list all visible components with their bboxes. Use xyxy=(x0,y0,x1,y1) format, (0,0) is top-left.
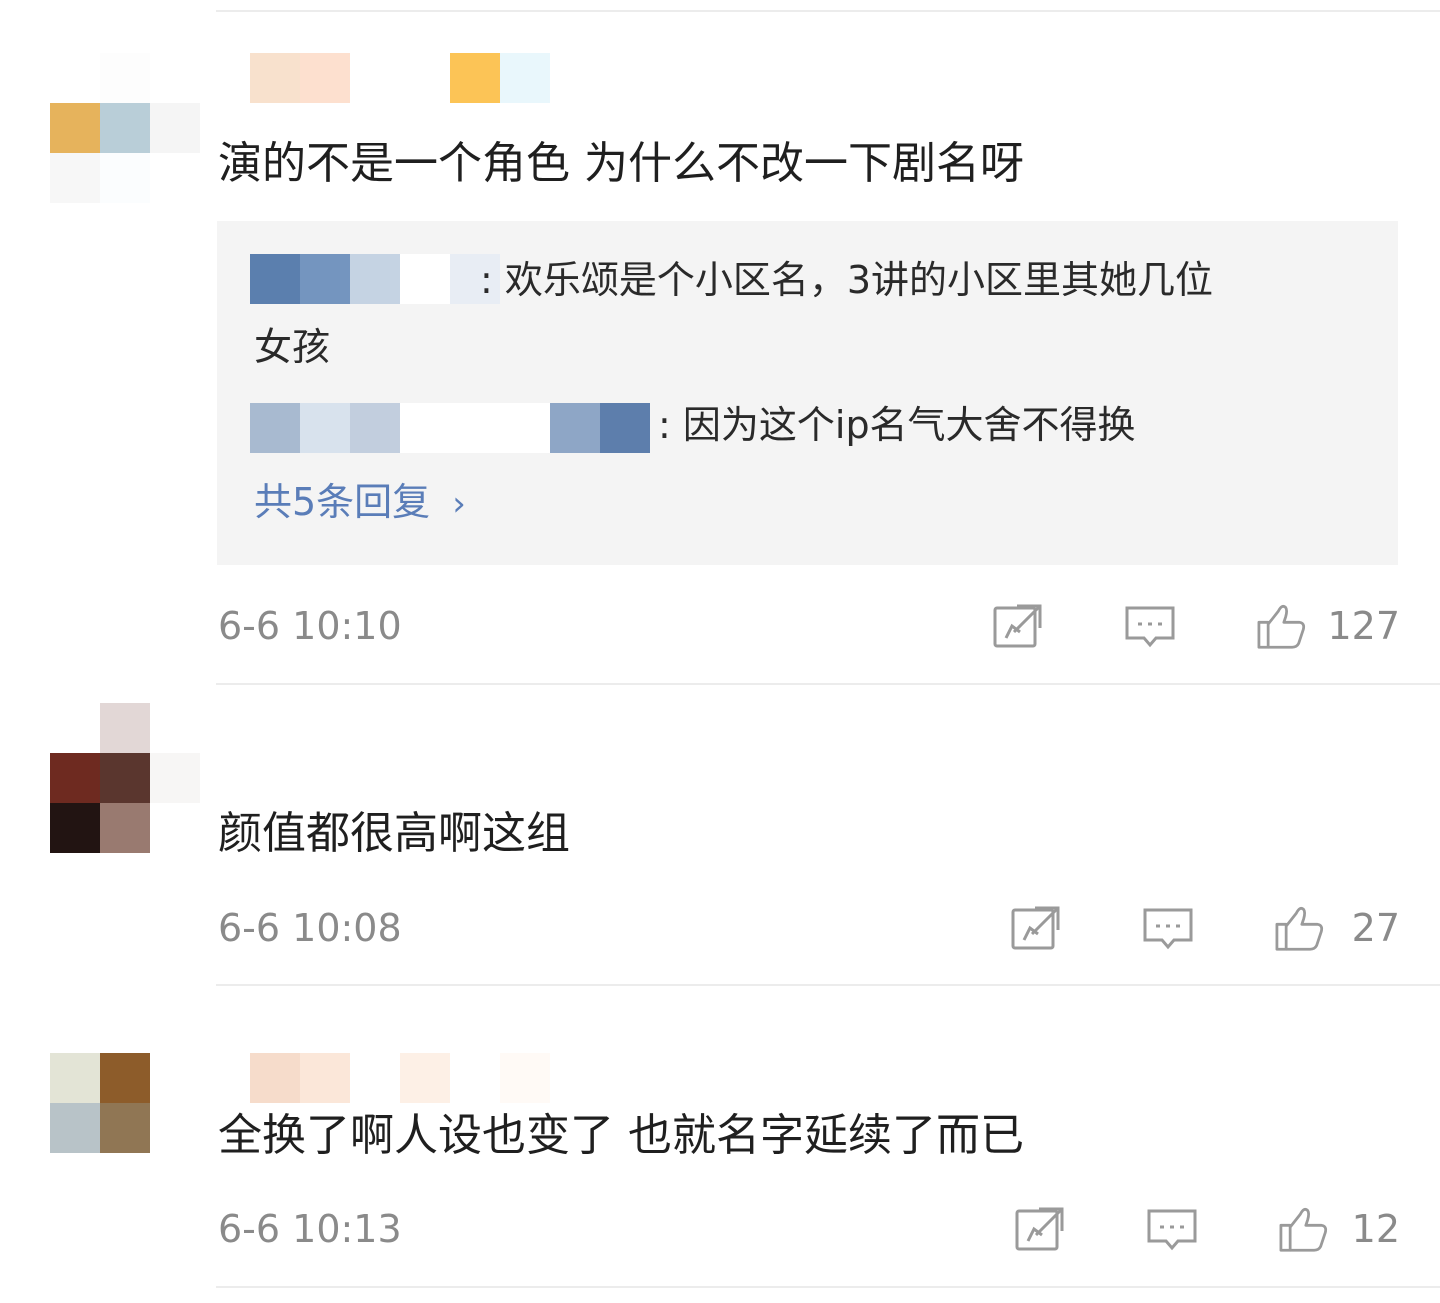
comment-meta: 6-6 10:13 12 xyxy=(218,1199,1400,1259)
comment-icon[interactable] xyxy=(1142,904,1194,952)
avatar-pixel xyxy=(100,103,150,153)
reply-username-pixel xyxy=(300,403,350,453)
reply-username-pixel xyxy=(250,254,300,304)
username-blurred[interactable] xyxy=(250,53,550,103)
comment-icon[interactable] xyxy=(1146,1205,1198,1253)
comment-text: 颜值都很高啊这组 xyxy=(218,808,570,859)
thumbs-up-icon[interactable] xyxy=(1276,1205,1332,1253)
avatar-pixel xyxy=(100,153,150,203)
reply-username-pixel xyxy=(550,403,600,453)
comment-time: 6-6 10:10 xyxy=(218,604,402,648)
avatar-pixel xyxy=(50,1053,100,1103)
username-pixel xyxy=(350,53,400,103)
username-pixel xyxy=(400,53,450,103)
username-pixel xyxy=(500,53,550,103)
avatar-pixel xyxy=(50,803,100,853)
reply-username-pixel xyxy=(350,254,400,304)
repost-icon[interactable] xyxy=(1014,1205,1066,1253)
username-pixel xyxy=(250,53,300,103)
more-replies-label: 共5条回复 xyxy=(254,480,431,524)
avatar-pixel xyxy=(150,753,200,803)
like-count: 12 xyxy=(1351,1207,1400,1251)
comment-time: 6-6 10:13 xyxy=(218,1207,402,1251)
comment-time: 6-6 10:08 xyxy=(218,906,402,950)
reply-text: : 欢乐颂是个小区名，3讲的小区里其她几位 xyxy=(480,258,1214,302)
comment-icon[interactable] xyxy=(1124,602,1176,650)
avatar-pixel xyxy=(100,703,150,753)
comment-divider xyxy=(216,683,1440,685)
avatar-pixel xyxy=(100,53,150,103)
thumbs-up-icon[interactable] xyxy=(1254,602,1310,650)
reply-username-pixel xyxy=(300,254,350,304)
avatar-pixel xyxy=(100,753,150,803)
repost-icon[interactable] xyxy=(1010,904,1062,952)
username-pixel xyxy=(250,1053,300,1103)
avatar-pixel xyxy=(50,153,100,203)
like-count: 27 xyxy=(1351,906,1400,950)
reply-text: : 因为这个ip名气大舍不得换 xyxy=(658,403,1136,447)
avatar-pixel xyxy=(150,103,200,153)
avatar-pixel xyxy=(150,803,200,853)
username-pixel xyxy=(300,1053,350,1103)
username-pixel xyxy=(200,1053,250,1103)
reply-username-pixel xyxy=(600,403,650,453)
top-divider xyxy=(216,10,1440,12)
username-blurred[interactable] xyxy=(200,1053,550,1103)
avatar-pixel xyxy=(150,703,200,753)
reply-username-pixel xyxy=(450,403,500,453)
username-pixel xyxy=(400,1053,450,1103)
comment-divider xyxy=(216,1286,1440,1288)
comment-divider xyxy=(216,984,1440,986)
avatar[interactable] xyxy=(50,703,200,853)
view-more-replies-link[interactable]: 共5条回复 › xyxy=(254,472,466,534)
avatar[interactable] xyxy=(50,1053,150,1153)
username-pixel xyxy=(500,1053,550,1103)
avatar-pixel xyxy=(100,1053,150,1103)
reply-username-blurred[interactable] xyxy=(250,254,500,304)
avatar-pixel xyxy=(50,103,100,153)
reply-username-blurred[interactable] xyxy=(250,403,650,453)
reply-text-continued: 女孩 xyxy=(254,325,331,369)
avatar-pixel xyxy=(100,803,150,853)
reply-username-pixel xyxy=(350,403,400,453)
thumbs-up-icon[interactable] xyxy=(1272,904,1328,952)
chevron-right-icon: › xyxy=(452,484,466,524)
reply-username-pixel xyxy=(250,403,300,453)
reply-username-pixel xyxy=(400,254,450,304)
avatar-pixel xyxy=(50,1103,100,1153)
avatar-pixel xyxy=(50,53,100,103)
comment-meta: 6-6 10:10 127 xyxy=(218,596,1400,656)
username-pixel xyxy=(450,1053,500,1103)
comment-meta: 6-6 10:08 27 xyxy=(218,898,1400,958)
reply-username-pixel xyxy=(500,403,550,453)
avatar-pixel xyxy=(50,753,100,803)
repost-icon[interactable] xyxy=(992,602,1044,650)
comment-text: 演的不是一个角色 为什么不改一下剧名呀 xyxy=(218,138,1024,189)
avatar[interactable] xyxy=(50,53,200,203)
like-count: 127 xyxy=(1327,604,1400,648)
username-pixel xyxy=(300,53,350,103)
avatar-pixel xyxy=(150,153,200,203)
avatar-pixel xyxy=(100,1103,150,1153)
reply-username-pixel xyxy=(400,403,450,453)
username-pixel xyxy=(450,53,500,103)
avatar-pixel xyxy=(150,53,200,103)
username-pixel xyxy=(350,1053,400,1103)
comment-text: 全换了啊人设也变了 也就名字延续了而已 xyxy=(218,1110,1024,1161)
avatar-pixel xyxy=(50,703,100,753)
